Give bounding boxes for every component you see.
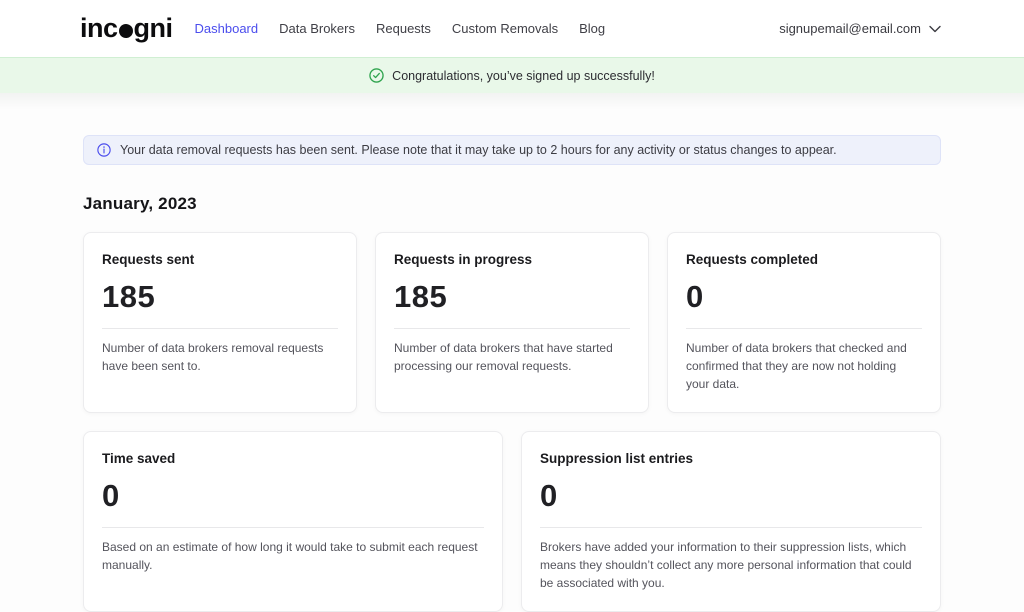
top-navbar: inc gni Dashboard Data Brokers Requests … — [0, 0, 1024, 57]
stat-card-value: 185 — [394, 279, 630, 315]
nav-item-requests[interactable]: Requests — [376, 21, 431, 36]
main-nav: Dashboard Data Brokers Requests Custom R… — [195, 21, 606, 36]
logo-text-right: gni — [134, 13, 173, 44]
stat-card-value: 0 — [686, 279, 922, 315]
nav-item-blog[interactable]: Blog — [579, 21, 605, 36]
stat-card-requests-in-progress: Requests in progress 185 Number of data … — [375, 232, 649, 413]
nav-item-data-brokers[interactable]: Data Brokers — [279, 21, 355, 36]
banner-fade — [0, 93, 1024, 110]
stat-card-value: 0 — [540, 478, 922, 514]
nav-item-custom-removals[interactable]: Custom Removals — [452, 21, 558, 36]
stat-card-title: Time saved — [102, 451, 484, 466]
stat-card-description: Number of data brokers that checked and … — [686, 339, 922, 393]
info-banner-text: Your data removal requests has been sent… — [120, 143, 837, 157]
stat-card-value: 185 — [102, 279, 338, 315]
info-banner: Your data removal requests has been sent… — [83, 135, 941, 165]
chevron-down-icon — [929, 25, 941, 33]
stat-card-requests-sent: Requests sent 185 Number of data brokers… — [83, 232, 357, 413]
card-divider — [540, 527, 922, 528]
logo-text-left: inc — [80, 13, 118, 44]
stat-card-suppression-list-entries: Suppression list entries 0 Brokers have … — [521, 431, 941, 612]
stat-card-description: Brokers have added your information to t… — [540, 538, 922, 592]
nav-item-dashboard[interactable]: Dashboard — [195, 21, 259, 36]
success-banner-text: Congratulations, you’ve signed up succes… — [392, 69, 655, 83]
card-divider — [102, 328, 338, 329]
stat-card-description: Based on an estimate of how long it woul… — [102, 538, 484, 574]
account-menu[interactable]: signupemail@email.com — [779, 21, 941, 36]
logo-dot-icon — [119, 24, 133, 38]
card-divider — [102, 527, 484, 528]
incogni-logo[interactable]: inc gni — [80, 13, 173, 44]
stats-row-bottom: Time saved 0 Based on an estimate of how… — [83, 431, 941, 612]
stat-card-description: Number of data brokers that have started… — [394, 339, 630, 375]
stat-card-description: Number of data brokers removal requests … — [102, 339, 338, 375]
stat-card-title: Requests completed — [686, 252, 922, 267]
stat-card-time-saved: Time saved 0 Based on an estimate of how… — [83, 431, 503, 612]
stats-row-top: Requests sent 185 Number of data brokers… — [83, 232, 941, 413]
success-banner: Congratulations, you’ve signed up succes… — [0, 57, 1024, 93]
card-divider — [686, 328, 922, 329]
stat-card-value: 0 — [102, 478, 484, 514]
account-email: signupemail@email.com — [779, 21, 921, 36]
stat-card-title: Suppression list entries — [540, 451, 922, 466]
info-circle-icon — [97, 143, 111, 157]
stat-card-title: Requests sent — [102, 252, 338, 267]
stat-card-title: Requests in progress — [394, 252, 630, 267]
period-title: January, 2023 — [83, 194, 941, 214]
card-divider — [394, 328, 630, 329]
check-circle-icon — [369, 68, 384, 83]
stat-card-requests-completed: Requests completed 0 Number of data brok… — [667, 232, 941, 413]
